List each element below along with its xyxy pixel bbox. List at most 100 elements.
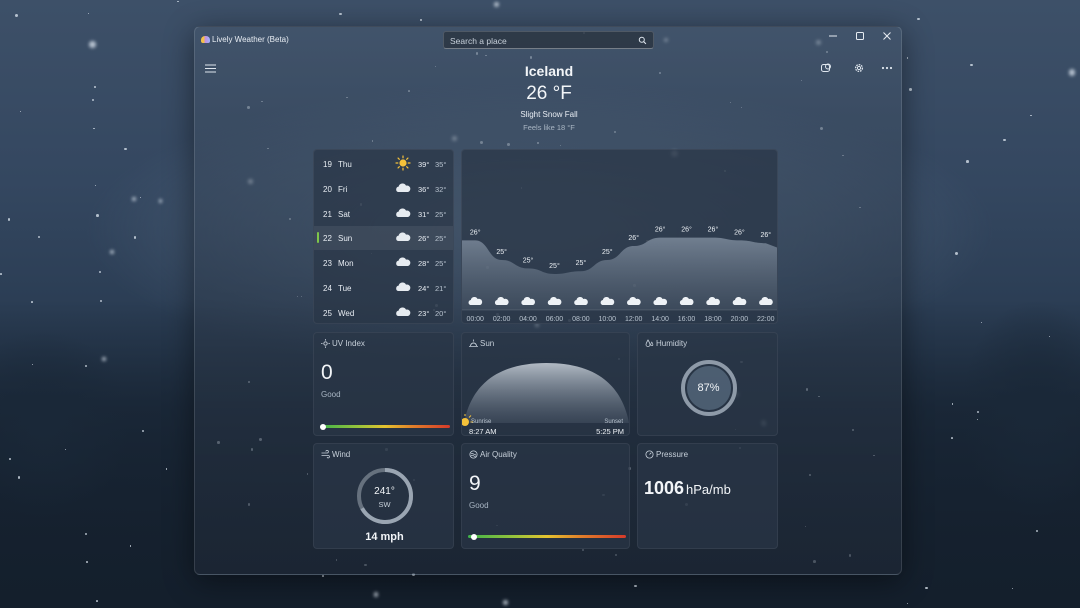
snowflake [420,19,422,21]
day-low-temp: 32° [435,184,447,194]
pressure-card: Pressure 1006 hPa/mb [637,443,778,549]
minimize-icon[interactable] [820,27,846,45]
hourly-time-label: 18:00 [704,316,722,323]
humidity-value: 87% [697,382,720,394]
sun-card: Sun Sunrise 8:27 AM Sunset 5:25 PM [461,332,630,436]
hourly-temp-label: 25° [523,256,534,264]
snowflake [373,592,379,597]
wind-speed: 14 mph [365,531,404,543]
snowflake [955,251,958,255]
cloud-icon [396,307,411,316]
location-name: Iceland [524,63,574,79]
temperature-area [462,237,777,310]
air-quality-scale [468,533,626,540]
app-logo-icon [201,36,210,43]
day-high-temp: 26° [418,234,430,244]
hourly-temp-label: 26° [760,231,771,239]
snowflake [503,600,508,605]
search-input[interactable]: Search a place [443,31,654,49]
snowflake [124,147,127,150]
snowflake [102,357,106,361]
forecast-day-row[interactable]: 23 Mon 28° 25° [314,251,453,275]
close-icon[interactable] [874,27,900,45]
uv-index-scale [320,423,450,430]
sunset-time: 5:25 PM [596,427,624,436]
forecast-day-row[interactable]: 25 Wed 23° 20° [314,301,453,323]
snowflake [15,14,19,18]
snowflake [131,197,136,202]
day-low-temp: 20° [435,308,447,318]
day-low-temp: 25° [435,259,447,269]
air-quality-status: Good [469,501,489,510]
air-quality-card: Air Quality 9 Good [461,443,630,549]
snowflake [177,0,179,2]
day-name: Sun [338,234,353,244]
hourly-temp-label: 26° [708,226,719,234]
forecast-day-row[interactable]: 19 Thu 39° 35° [314,152,453,176]
forecast-day-row[interactable]: 20 Fri 36° 32° [314,177,453,201]
search-icon[interactable] [638,36,647,45]
hourly-temp-label: 25° [496,248,507,256]
air-quality-value: 9 [469,472,481,495]
snowflake [98,271,101,274]
hourly-time-label: 02:00 [493,316,511,323]
sunrise-time: 8:27 AM [469,427,497,436]
forecast-day-row[interactable]: 24 Tue 24° 21° [314,276,453,300]
day-high-temp: 23° [418,308,430,318]
sun-small-icon [321,339,330,348]
sunrise-label: Sunrise [471,419,492,425]
hourly-time-label: 16:00 [678,316,696,323]
air-quality-icon [469,450,478,459]
title-bar[interactable]: Lively Weather (Beta) Search a place [195,27,901,55]
snowflake [970,63,973,66]
snowflake [18,476,21,479]
forecast-day-row[interactable]: 21 Sat 31° 25° [314,202,453,226]
snowflake [1030,114,1033,117]
hourly-temp-label: 25° [549,262,560,270]
snowflake [339,13,342,16]
hourly-temp-label: 26° [655,226,666,234]
snowflake [89,41,96,48]
maximize-icon[interactable] [847,27,873,45]
forecast-day-row[interactable]: 22 Sun 26° 25° [314,226,453,251]
day-name: Mon [338,259,354,269]
humidity-card: Humidity 87% [637,332,778,436]
pressure-unit: hPa/mb [686,482,731,497]
snowflake [85,561,88,563]
day-number: 23 [323,259,332,269]
app-title: Lively Weather (Beta) [212,35,289,44]
cloud-icon [396,232,411,242]
feels-like: Feels like 18 °F [523,123,575,132]
snowflake [966,160,969,163]
current-condition: Slight Snow Fall [520,110,578,119]
hourly-forecast-card[interactable]: 26° 25° 25° 25° 25° 25° 26° 26° 26° 26° 26° 26° 00:0… [461,149,778,324]
hourly-time-label: 20:00 [731,316,749,323]
day-high-temp: 39° [418,160,430,169]
snowflake [7,218,11,221]
snowflake [1068,69,1075,76]
uv-index-marker [320,423,326,430]
uv-index-card: UV Index 0 Good [313,332,454,436]
snowflake [0,273,2,275]
day-low-temp: 35° [435,160,447,169]
snowflake [92,127,95,130]
day-number: 21 [323,209,332,219]
snowflake [31,301,33,303]
hourly-temp-label: 26° [628,234,639,242]
cloud-icon [396,183,411,192]
selected-indicator [317,232,319,244]
hourly-time-label: 14:00 [651,316,669,323]
daily-forecast-card: 19 Thu 39° 35° 20 Fri 36° 32° 21 Sat 31° 25° 22 Sun 26… [313,149,454,324]
day-low-temp: 25° [435,209,447,219]
day-name: Sat [338,209,351,219]
day-number: 25 [323,308,332,318]
day-high-temp: 31° [418,209,430,219]
wind-direction-degrees: 241° [374,486,395,497]
snowflake [109,250,115,255]
day-number: 24 [323,284,332,293]
snowflake [99,299,102,302]
day-number: 22 [323,234,332,244]
sunset-label: Sunset [604,419,623,425]
snowflake [95,184,97,187]
hourly-time-label: 06:00 [546,316,564,323]
